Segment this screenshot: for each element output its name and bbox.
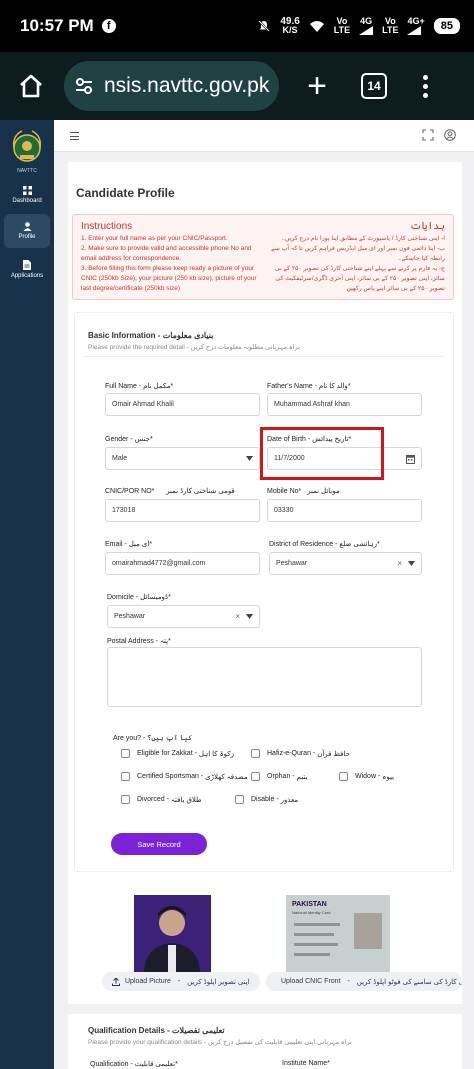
home-button[interactable] [16, 71, 46, 101]
facebook-icon: f [101, 19, 116, 33]
annotation-highlight [260, 427, 384, 480]
sidebar-item-profile[interactable]: Profile [4, 214, 50, 248]
sim2-volte: Vo LTE [382, 16, 399, 35]
checkbox-disable[interactable]: Disable - معذور [235, 795, 298, 804]
upload-picture-button[interactable]: Upload Picture - اپنی تصویر اپلوڈ کریں [102, 972, 260, 991]
clear-icon[interactable]: × [397, 559, 402, 568]
signal-bars-icon [359, 26, 374, 35]
gender-value: Male [112, 455, 128, 462]
url-text: nsis.navttc.gov.pk [104, 74, 270, 97]
postal-address-field[interactable] [107, 647, 422, 707]
signal-bars-icon [407, 26, 422, 35]
instructions-english: 1. Enter your full name as per your CNIC… [81, 235, 257, 292]
institute-name-label: Institute Name* [282, 1060, 330, 1067]
cnic-field[interactable]: 173018 [105, 499, 260, 522]
clear-icon[interactable]: × [235, 612, 240, 621]
site-settings-icon[interactable] [74, 77, 94, 95]
side-nav: NAVTTC Dashboard Profile Applications [0, 120, 54, 1069]
checkbox-widow[interactable]: Widow - بیوہ [339, 772, 394, 781]
section-subtitle: Please provide the required detail - برا… [88, 344, 300, 351]
instructions-urdu: ا- اپنی شناختی کارڈ / پاسپورٹ کے مطابق ا… [271, 235, 445, 292]
mobile-field[interactable]: 03330 [267, 499, 422, 522]
checkbox-divorced[interactable]: Divorced - طلاق یافتہ [121, 795, 202, 804]
logo-caption: NAVTTC [17, 168, 37, 174]
instructions-title: Instructions [81, 221, 133, 232]
qualification-section: Qualification Details - تعلیمی تفصیلات P… [68, 1014, 462, 1069]
checkbox-orphan[interactable]: Orphan - یتیم [251, 772, 307, 781]
address-bar[interactable]: nsis.navttc.gov.pk [64, 61, 279, 111]
gender-label: Gender - جنس* [105, 436, 153, 443]
checkbox-hafiz[interactable]: Hafiz-e-Quran - حافظ قرآن [251, 749, 350, 758]
calendar-icon[interactable] [406, 454, 415, 464]
browser-toolbar: nsis.navttc.gov.pk + 14 [0, 52, 474, 120]
district-value: Peshawar [276, 560, 308, 567]
instructions-box: Instructions ہدایات 1. Enter your full n… [72, 214, 454, 300]
are-you-label: Are you? - کیا آپ ہیں؟ [113, 735, 193, 742]
home-icon [20, 74, 42, 98]
document-icon [23, 259, 31, 270]
uploads-section: PAKISTAN National Identity Card Upload P… [68, 879, 462, 1004]
section-subtitle: Please provide your qualification detail… [88, 1039, 352, 1046]
chevron-down-icon [246, 614, 253, 619]
domicile-select[interactable]: Peshawar × [107, 605, 260, 628]
status-time: 10:57 PM [20, 16, 94, 35]
domicile-label: Domicile - ڈومیسائل* [107, 594, 171, 601]
father-name-field[interactable]: Muhammad Ashraf khan [267, 393, 422, 416]
postal-address-label: Postal Address - پتہ* [107, 638, 171, 645]
mute-bell-icon [258, 20, 271, 32]
tab-switcher-button[interactable]: 14 [361, 73, 387, 99]
page-title: Candidate Profile [76, 186, 175, 200]
cnic-front-image: PAKISTAN National Identity Card [286, 895, 390, 972]
chevron-down-icon [408, 561, 415, 566]
fullscreen-icon[interactable] [422, 129, 434, 141]
profile-card: Candidate Profile Instructions ہدایات 1.… [68, 162, 462, 887]
account-icon[interactable] [444, 129, 456, 141]
app-header [54, 120, 474, 152]
qualification-label: Qualification - تعلیمی قابلیت* [90, 1061, 178, 1068]
sidebar-item-label: Applications [10, 272, 44, 279]
browser-menu-button[interactable] [423, 74, 428, 98]
main-content: Candidate Profile Instructions ہدایات 1.… [54, 152, 474, 1069]
navttc-logo [12, 130, 42, 162]
father-name-label: Father's Name - والد کا نام* [267, 383, 351, 390]
instructions-title-urdu: ہدایات [409, 221, 445, 232]
full-name-label: Full Name - مکمل نام* [105, 383, 174, 390]
hamburger-menu-icon[interactable] [70, 132, 79, 143]
gender-select[interactable]: Male [105, 447, 260, 470]
wifi-icon [309, 20, 324, 32]
district-select[interactable]: Peshawar × [269, 552, 422, 575]
cnic-label: CNIC/POR NO* قومی شناختی کارڈ نمبر [105, 488, 235, 495]
checkbox-sportsman[interactable]: Certified Sportsman - مصدقہ کھلاڑی [121, 772, 248, 781]
candidate-photo [134, 895, 211, 972]
battery-indicator: 85 [433, 18, 460, 34]
email-field[interactable]: omairahmad4772@gmail.com [105, 552, 260, 575]
user-icon [23, 222, 31, 231]
sidebar-item-dashboard[interactable]: Dashboard [4, 178, 50, 212]
email-label: Email - ای میل* [105, 541, 153, 548]
domicile-value: Peshawar [114, 613, 146, 620]
section-title: Qualification Details - تعلیمی تفصیلات [88, 1026, 225, 1035]
checkbox-zakkat[interactable]: Eligible for Zakkat - زکوۃ کا اہل [121, 749, 234, 758]
section-title: Basic Information - بنیادی معلومات [88, 331, 214, 340]
upload-cnic-front-button[interactable]: Upload CNIC Front - شناختی کارڈ کی سامنے… [266, 972, 462, 991]
sim2-signal: 4G+ [407, 17, 425, 35]
save-record-button[interactable]: Save Record [111, 833, 207, 855]
mobile-label: Mobile No* موبائل نمبر [267, 488, 340, 495]
sim1-volte: Vo LTE [333, 16, 351, 35]
basic-information-section: Basic Information - بنیادی معلومات Pleas… [74, 312, 454, 872]
sim1-signal: 4G [359, 17, 374, 35]
status-bar: 10:57 PM f 49.6 K/S Vo LTE 4G Vo LTE 4G+ 85 [0, 0, 474, 52]
sidebar-item-label: Dashboard [12, 198, 42, 204]
grid-icon [22, 186, 32, 195]
full-name-field[interactable]: Omair Ahmad Khalil [105, 393, 260, 416]
upload-icon [112, 977, 120, 986]
sidebar-item-applications[interactable]: Applications [4, 252, 50, 286]
divider [85, 356, 445, 357]
district-label: District of Residence - رہائشی ضلع* [269, 541, 380, 548]
net-speed: 49.6 K/S [280, 16, 300, 35]
chevron-down-icon [246, 456, 253, 461]
new-tab-button[interactable]: + [303, 69, 331, 103]
sidebar-item-label: Profile [18, 234, 36, 240]
